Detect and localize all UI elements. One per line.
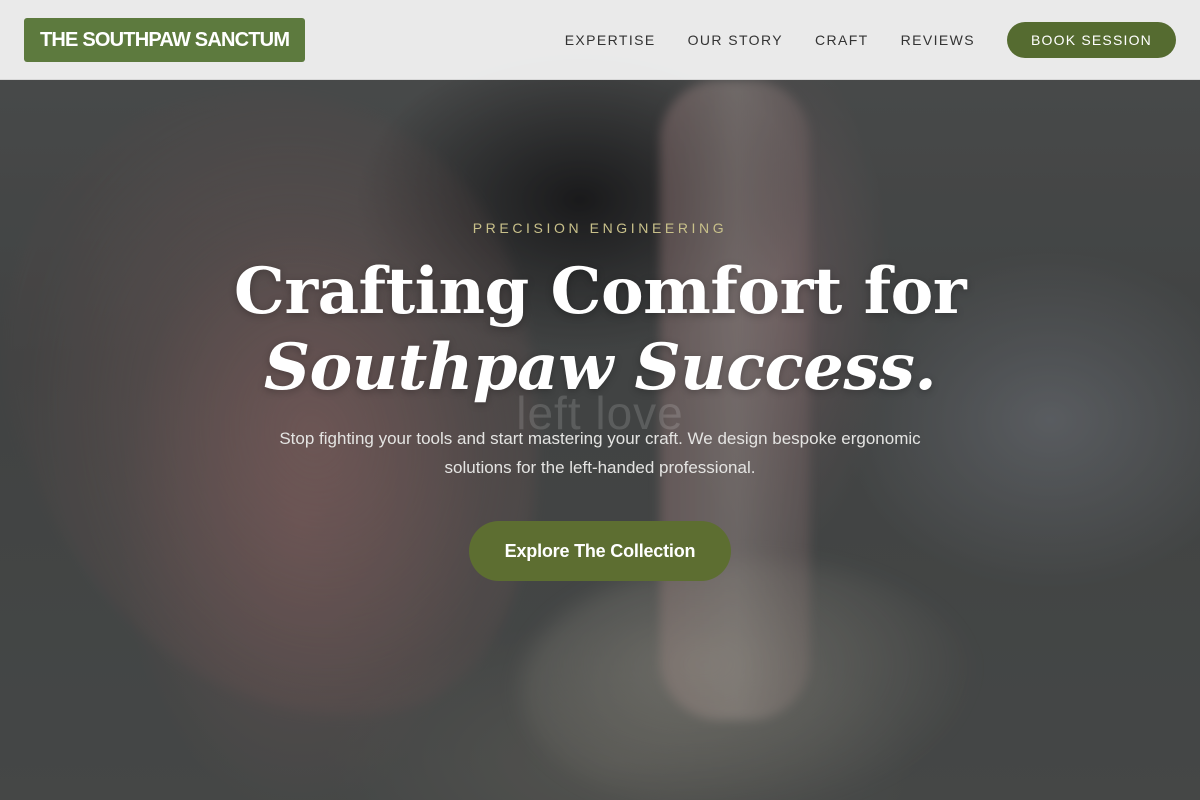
hero-headline-line2: Southpaw Success. <box>263 330 937 405</box>
landing-page: THE SOUTHPAW SANCTUM EXPERTISE OUR STORY… <box>0 0 1200 800</box>
hero-subtext: Stop fighting your tools and start maste… <box>279 429 921 477</box>
hero-headline: Crafting Comfort for Southpaw Success. <box>0 254 1200 406</box>
hero-headline-line1: Crafting Comfort for <box>233 254 967 329</box>
hero-eyebrow: PRECISION ENGINEERING <box>472 220 728 236</box>
hero-section: PRECISION ENGINEERING left love Crafting… <box>0 0 1200 800</box>
explore-collection-button[interactable]: Explore The Collection <box>469 521 731 581</box>
